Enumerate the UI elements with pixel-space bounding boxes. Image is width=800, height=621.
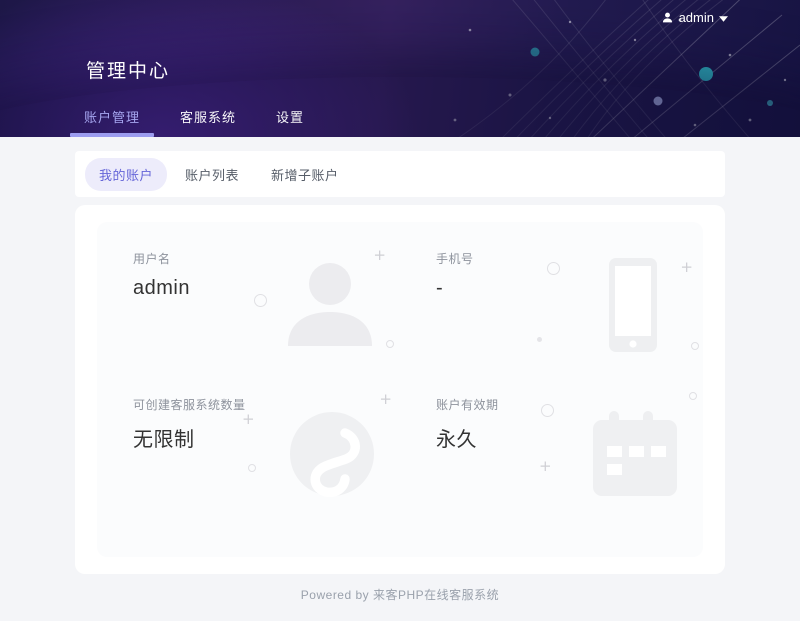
subtab-add-subaccount[interactable]: 新增子账户 [257,158,353,191]
tab-settings[interactable]: 设置 [268,98,312,137]
hero-header: admin 管理中心 账户管理 客服系统 设置 [0,0,800,137]
plus-decoration: + [680,260,693,275]
account-item-username: 用户名 admin + [97,222,400,368]
person-icon [661,11,674,24]
node-dot-teal-small [531,48,540,57]
chevron-down-icon [719,10,728,25]
user-icon: + [268,250,386,356]
service-swirl-icon: + + [268,396,386,502]
item-text: 可创建客服系统数量 无限制 [133,396,246,514]
page: admin 管理中心 账户管理 客服系统 设置 我的账户 账户列表 新增子账户 … [0,0,800,621]
main-tabs: 账户管理 客服系统 设置 [76,98,336,137]
ring-decoration [541,404,554,417]
ring-decoration [547,262,560,275]
tab-account-management[interactable]: 账户管理 [76,98,148,137]
user-menu[interactable]: admin [661,10,728,25]
subtab-account-list[interactable]: 账户列表 [171,158,253,191]
plus-decoration: + [373,248,386,263]
item-value: 永久 [436,423,499,452]
plus-decoration: + [539,459,552,474]
account-items-grid: 用户名 admin + 手机号 - [97,222,703,514]
account-item-system-quota: 可创建客服系统数量 无限制 + + [97,368,400,514]
account-item-phone: 手机号 - + [400,222,703,368]
item-label: 手机号 [436,250,474,267]
item-label: 可创建客服系统数量 [133,396,246,413]
ring-decoration [691,342,699,350]
plus-decoration: + [242,412,255,427]
dot-decoration [537,337,542,342]
ring-decoration [689,392,697,400]
ring-decoration [386,340,394,348]
user-name: admin [679,10,714,25]
item-value: - [436,277,474,300]
ring-decoration [254,294,267,307]
calendar-icon: + [571,396,689,502]
phone-icon: + [571,250,689,356]
account-item-validity: 账户有效期 永久 + [400,368,703,514]
node-dot-teal [699,67,713,81]
item-value: admin [133,277,190,300]
account-info-card: 用户名 admin + 手机号 - [75,205,725,574]
node-dot-gray [654,97,663,106]
item-label: 账户有效期 [436,396,499,413]
item-label: 用户名 [133,250,190,267]
item-text: 手机号 - [436,250,474,368]
item-value: 无限制 [133,423,246,452]
tab-customer-service-system[interactable]: 客服系统 [172,98,244,137]
item-text: 账户有效期 永久 [436,396,499,514]
powered-by-footer: Powered by 来客PHP在线客服系统 [0,586,800,603]
page-title: 管理中心 [86,56,170,83]
item-text: 用户名 admin [133,250,190,368]
subtab-my-account[interactable]: 我的账户 [85,158,167,191]
network-lines-decoration [430,0,800,137]
ring-decoration [248,464,256,472]
plus-decoration: + [379,392,392,407]
subtab-bar: 我的账户 账户列表 新增子账户 [75,151,725,197]
